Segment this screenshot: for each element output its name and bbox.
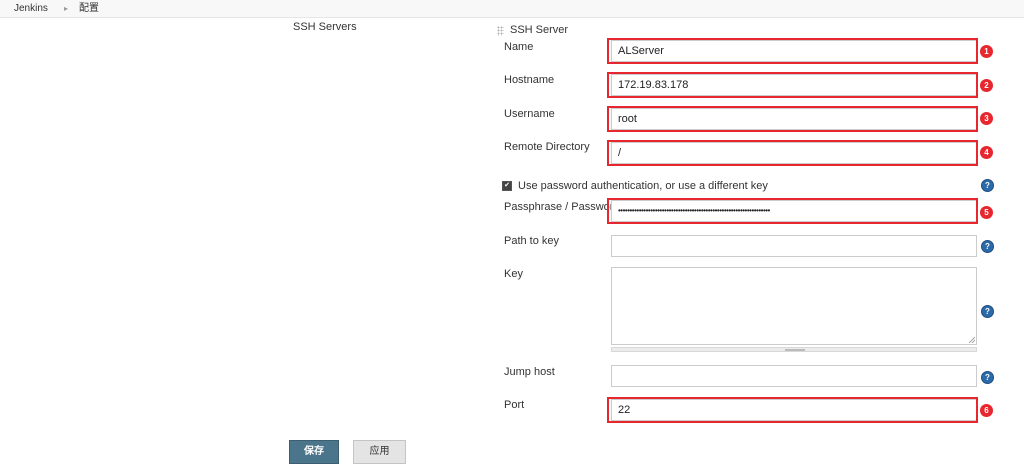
help-icon-path-to-key[interactable]: ?	[981, 240, 994, 253]
breadcrumb: Jenkins ▸ 配置	[0, 0, 1024, 18]
use-password-label: Use password authentication, or use a di…	[518, 180, 768, 192]
annotation-badge-2: 2	[980, 79, 993, 92]
remote-directory-input[interactable]: /	[611, 142, 977, 164]
username-label: Username	[504, 108, 555, 120]
passphrase-input[interactable]: ••••••••••••••••••••••••••••••••••••••••…	[611, 200, 977, 222]
jump-host-input[interactable]	[611, 365, 977, 387]
help-icon-key[interactable]: ?	[981, 305, 994, 318]
apply-button[interactable]: 应用	[353, 440, 406, 464]
annotation-badge-3: 3	[980, 112, 993, 125]
jump-host-label: Jump host	[504, 366, 555, 378]
annotation-badge-5: 5	[980, 206, 993, 219]
hostname-input[interactable]: 172.19.83.178	[611, 74, 977, 96]
resize-handle-icon[interactable]	[785, 349, 805, 351]
passphrase-label: Passphrase / Password	[504, 201, 620, 213]
hostname-label: Hostname	[504, 74, 555, 86]
help-icon-use-password[interactable]: ?	[981, 179, 994, 192]
help-icon-jump-host[interactable]: ?	[981, 371, 994, 384]
drag-handle-icon[interactable]	[497, 26, 504, 36]
annotation-badge-4: 4	[980, 146, 993, 159]
jenkins-config-page: Jenkins ▸ 配置 SSH Servers SSH Server Name…	[0, 0, 1024, 474]
resize-grip-icon[interactable]	[969, 337, 975, 343]
use-password-checkbox[interactable]: ✔	[502, 181, 512, 191]
save-button[interactable]: 保存	[289, 440, 339, 464]
remote-directory-label: Remote Directory	[504, 141, 590, 153]
key-textarea-resize-bar[interactable]	[611, 347, 977, 352]
breadcrumb-jenkins[interactable]: Jenkins	[14, 3, 48, 15]
username-input[interactable]: root	[611, 108, 977, 130]
annotation-badge-6: 6	[980, 404, 993, 417]
port-label: Port	[504, 399, 525, 411]
key-textarea[interactable]	[611, 267, 977, 345]
key-label: Key	[504, 268, 523, 280]
port-input[interactable]: 22	[611, 399, 977, 421]
breadcrumb-separator-icon: ▸	[64, 4, 69, 13]
ssh-servers-label: SSH Servers	[293, 21, 357, 33]
ssh-server-header: SSH Server	[510, 24, 569, 36]
name-label: Name	[504, 41, 534, 53]
breadcrumb-config[interactable]: 配置	[79, 3, 99, 15]
annotation-badge-1: 1	[980, 45, 993, 58]
name-input[interactable]: ALServer	[611, 40, 977, 62]
path-to-key-label: Path to key	[504, 235, 560, 247]
path-to-key-input[interactable]	[611, 235, 977, 257]
